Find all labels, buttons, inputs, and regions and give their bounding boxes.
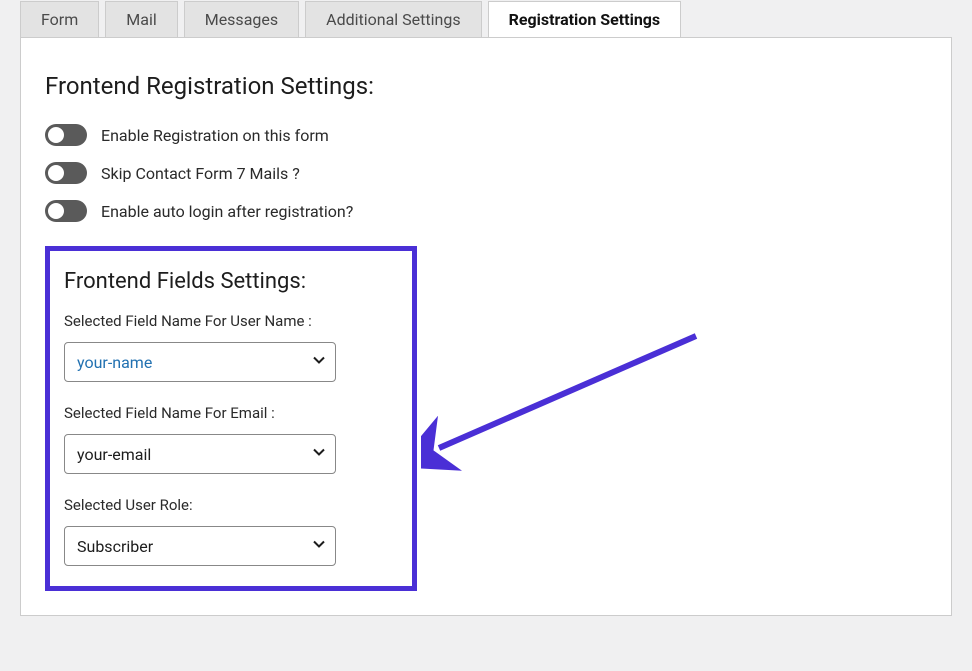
tab-additional-settings[interactable]: Additional Settings — [305, 1, 481, 38]
toggle-label-auto-login: Enable auto login after registration? — [101, 202, 353, 221]
tab-registration-settings[interactable]: Registration Settings — [488, 1, 682, 38]
email-field-label: Selected Field Name For Email : — [64, 404, 398, 422]
email-select[interactable]: your-email — [64, 434, 336, 474]
email-select-wrap: your-email — [64, 434, 336, 474]
tabs-bar: Form Mail Messages Additional Settings R… — [20, 0, 952, 37]
toggle-row-auto-login: Enable auto login after registration? — [45, 200, 927, 222]
username-select-wrap: your-name — [64, 342, 336, 382]
toggle-row-skip-mails: Skip Contact Form 7 Mails ? — [45, 162, 927, 184]
frontend-registration-title: Frontend Registration Settings: — [45, 72, 927, 100]
toggle-label-skip-mails: Skip Contact Form 7 Mails ? — [101, 164, 300, 183]
annotation-arrow-icon — [421, 328, 711, 498]
frontend-fields-title: Frontend Fields Settings: — [64, 269, 398, 294]
username-select[interactable]: your-name — [64, 342, 336, 382]
role-select[interactable]: Subscriber — [64, 526, 336, 566]
tab-messages[interactable]: Messages — [184, 1, 299, 38]
role-select-wrap: Subscriber — [64, 526, 336, 566]
toggle-auto-login[interactable] — [45, 200, 87, 222]
tab-form[interactable]: Form — [20, 1, 99, 38]
role-field-label: Selected User Role: — [64, 496, 398, 514]
tab-mail[interactable]: Mail — [105, 1, 177, 38]
username-field-label: Selected Field Name For User Name : — [64, 312, 398, 330]
toggle-skip-mails[interactable] — [45, 162, 87, 184]
toggle-row-enable-registration: Enable Registration on this form — [45, 124, 927, 146]
toggle-enable-registration[interactable] — [45, 124, 87, 146]
toggle-label-enable-registration: Enable Registration on this form — [101, 126, 329, 145]
settings-panel: Frontend Registration Settings: Enable R… — [20, 37, 952, 616]
frontend-fields-box: Frontend Fields Settings: Selected Field… — [45, 246, 417, 591]
